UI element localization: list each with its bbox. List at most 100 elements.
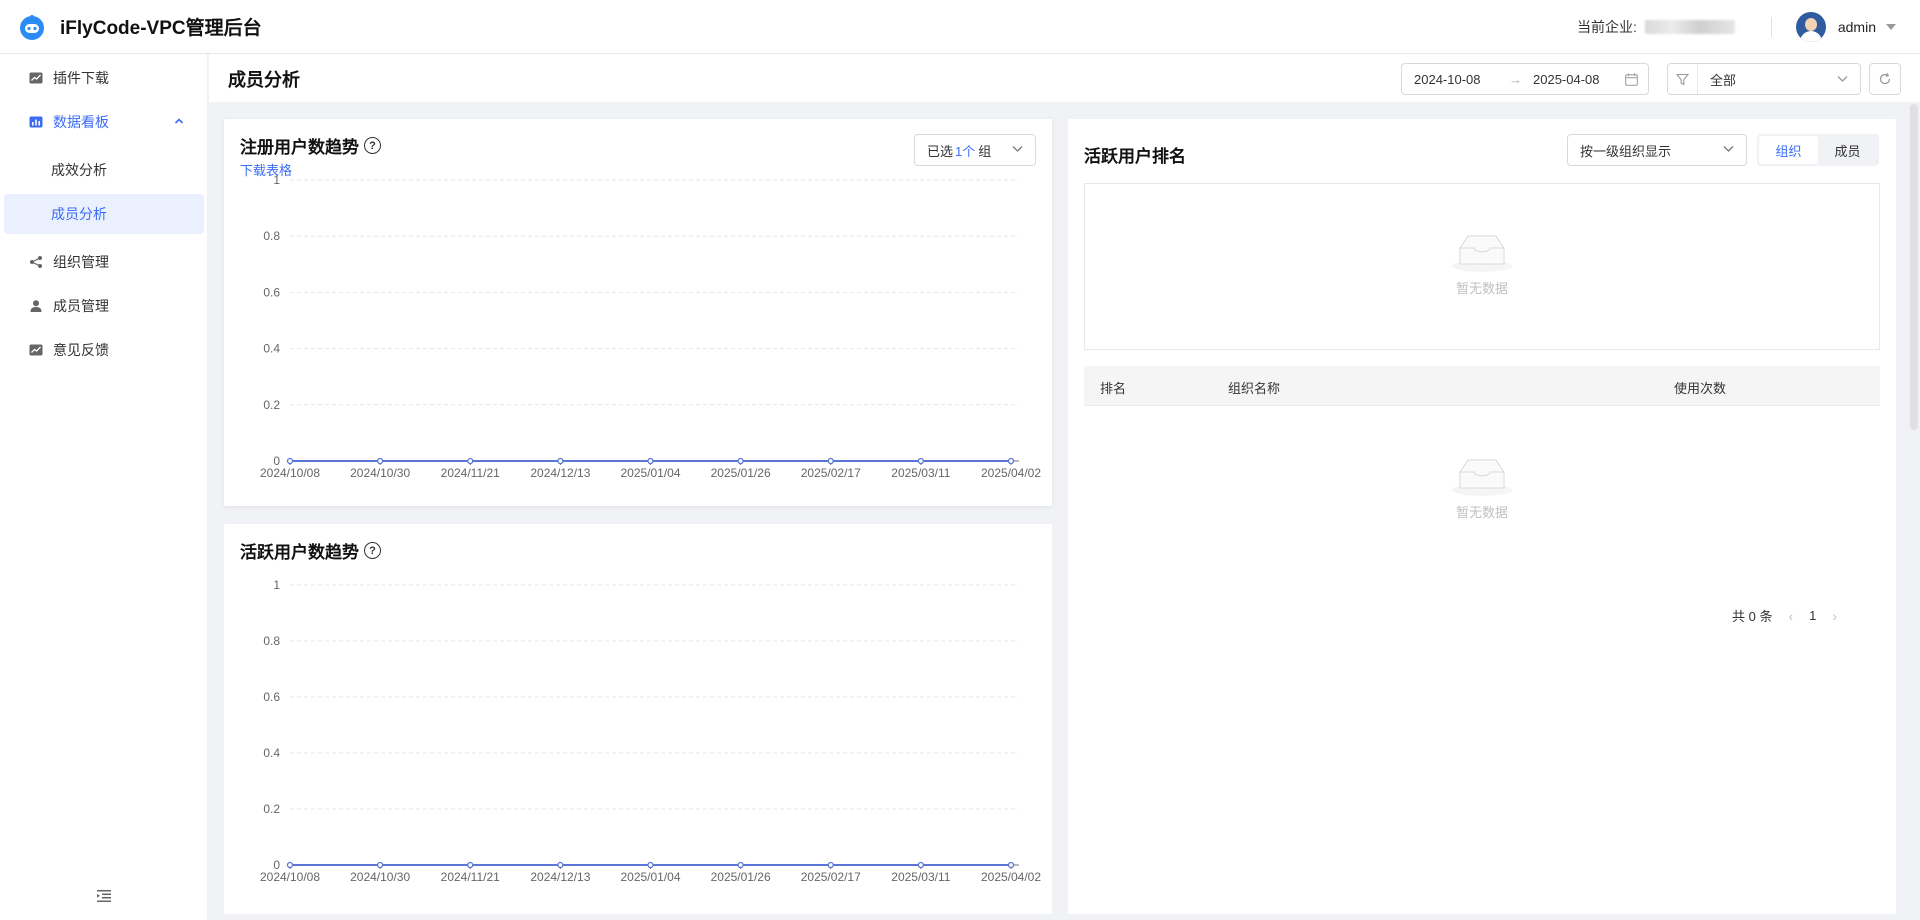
card-title: 注册用户数趋势 ? <box>240 133 381 158</box>
sidebar-item-feedback[interactable]: 意见反馈 <box>0 330 208 370</box>
sidebar-item-label: 成员分析 <box>51 206 107 222</box>
data-point <box>737 457 744 465</box>
x-tick-label: 2024/12/13 <box>530 870 590 884</box>
username[interactable]: admin <box>1838 19 1876 35</box>
y-tick-label: 0.6 <box>263 690 280 704</box>
x-tick-label: 2024/10/30 <box>350 870 410 884</box>
data-point <box>376 861 384 869</box>
active-users-title: 活跃用户数趋势 <box>240 543 359 562</box>
page-title: 成员分析 <box>228 70 300 90</box>
pagination-total: 共 0 条 <box>1732 609 1773 624</box>
column-header-org-name: 组织名称 <box>1228 381 1281 396</box>
sidebar-item-member-analysis[interactable]: 成员分析 <box>4 194 204 234</box>
group-select-prefix: 已选 <box>927 143 954 159</box>
filter-value: 全部 <box>1710 72 1737 88</box>
x-tick-label: 2025/01/04 <box>620 870 680 884</box>
y-tick-label: 0.4 <box>263 746 280 760</box>
help-icon[interactable]: ? <box>364 542 381 559</box>
sidebar-item-plugin-download[interactable]: 插件下载 <box>0 58 208 98</box>
x-tick-label: 2024/12/13 <box>530 466 590 480</box>
registered-users-chart: 00.20.40.60.812024/10/08 2024/10/30 2024/1… <box>260 173 1041 480</box>
data-point <box>286 861 294 869</box>
data-point <box>286 457 294 465</box>
filter-icon <box>1668 64 1698 94</box>
chevron-up-icon[interactable] <box>174 116 184 126</box>
sidebar-item-label: 数据看板 <box>53 114 109 130</box>
user-avatar[interactable] <box>1795 12 1826 42</box>
group-select[interactable]: 已选 1个 组 <box>914 134 1036 166</box>
x-tick-label: 2024/10/08 <box>260 870 320 884</box>
segment-org[interactable]: 组织 <box>1759 136 1818 164</box>
org-tree-icon <box>29 255 43 269</box>
data-point <box>557 457 564 465</box>
refresh-button[interactable] <box>1869 63 1901 95</box>
data-point <box>917 457 925 465</box>
data-point <box>467 861 474 869</box>
sidebar-item-effect-analysis[interactable]: 成效分析 <box>4 150 204 190</box>
date-range-arrow: → <box>1509 71 1522 87</box>
calendar-icon[interactable] <box>1625 73 1638 86</box>
y-tick-label: 1 <box>273 578 280 592</box>
x-tick-label: 2024/10/08 <box>260 466 320 480</box>
sidebar-item-label: 组织管理 <box>53 254 109 270</box>
help-icon[interactable]: ? <box>364 137 381 154</box>
x-tick-label: 2025/04/02 <box>981 870 1041 884</box>
org-level-value: 按一级组织显示 <box>1580 143 1672 159</box>
chevron-down-icon <box>1012 146 1023 152</box>
date-range-picker[interactable]: 2024-10-08 → 2025-04-08 <box>1401 63 1649 95</box>
x-tick-label: 2025/04/02 <box>981 466 1041 480</box>
x-tick-label: 2025/03/11 <box>891 870 950 884</box>
active-users-card: 0 0.2 0.4 0.6 0.8 1 2024/10/08 2024/10/30 2024/1… <box>224 524 1052 914</box>
user-menu-caret-icon[interactable] <box>1886 24 1896 30</box>
sidebar-item-label: 成效分析 <box>51 162 107 178</box>
y-tick-label: 0.8 <box>263 229 280 243</box>
x-tick-label: 2025/01/26 <box>711 870 771 884</box>
ranking-table-header: 排名 组织名称 使用次数 <box>1084 366 1880 406</box>
user-icon <box>29 299 43 313</box>
page-scrollbar[interactable] <box>1910 104 1918 430</box>
data-point <box>376 457 384 465</box>
bar-chart-icon <box>29 115 43 129</box>
collapse-menu-icon[interactable] <box>96 889 112 903</box>
filter-select[interactable]: 全部 <box>1667 63 1861 95</box>
empty-inbox-icon <box>1452 235 1512 272</box>
active-users-chart: 00.20.40.60.812024/10/08 2024/10/30 2024/1… <box>260 578 1041 884</box>
data-point <box>1007 457 1015 465</box>
y-tick-label: 0.2 <box>263 802 280 816</box>
date-start[interactable]: 2024-10-08 <box>1414 72 1481 87</box>
x-tick-label: 2024/10/30 <box>350 466 410 480</box>
y-tick-label: 0.6 <box>263 285 280 299</box>
group-select-suffix: 组 <box>978 143 992 159</box>
data-point <box>1007 861 1015 869</box>
registered-users-title: 注册用户数趋势 <box>240 138 359 157</box>
data-point <box>917 861 925 869</box>
page-header-bar <box>209 54 1920 102</box>
date-end[interactable]: 2025-04-08 <box>1533 72 1600 87</box>
sidebar-item-dashboard[interactable]: 数据看板 <box>0 102 208 142</box>
sidebar-item-org-management[interactable]: 组织管理 <box>0 242 208 282</box>
data-point <box>827 861 834 869</box>
y-tick-label: 0.4 <box>263 342 280 356</box>
data-point <box>467 457 474 465</box>
segment-member[interactable]: 成员 <box>1818 136 1877 164</box>
app-title: iFlyCode-VPC管理后台 <box>60 18 262 39</box>
next-page-icon[interactable]: › <box>1832 608 1837 624</box>
data-point <box>737 861 744 869</box>
table-empty-text: 暂无数据 <box>1455 505 1508 520</box>
prev-page-icon[interactable]: ‹ <box>1788 608 1793 624</box>
x-tick-label: 2025/01/04 <box>620 466 680 480</box>
x-tick-label: 2025/03/11 <box>891 466 950 480</box>
ranking-segmented-control: 组织 成员 <box>1757 134 1879 166</box>
pagination: 共 0 条 ‹ 1 › <box>1732 606 1837 625</box>
chevron-down-icon <box>1723 146 1734 152</box>
data-point <box>557 861 564 869</box>
empty-text: 暂无数据 <box>1455 281 1508 296</box>
download-table-link[interactable]: 下载表格 <box>240 160 292 179</box>
refresh-icon <box>1879 72 1891 85</box>
x-tick-label: 2024/11/21 <box>441 870 500 884</box>
group-select-count: 1个 <box>955 143 976 159</box>
page-number[interactable]: 1 <box>1809 608 1816 623</box>
sidebar-item-member-management[interactable]: 成员管理 <box>0 286 208 326</box>
org-level-select[interactable]: 按一级组织显示 <box>1567 134 1747 166</box>
table-empty-state: 暂无数据 <box>1450 452 1514 521</box>
